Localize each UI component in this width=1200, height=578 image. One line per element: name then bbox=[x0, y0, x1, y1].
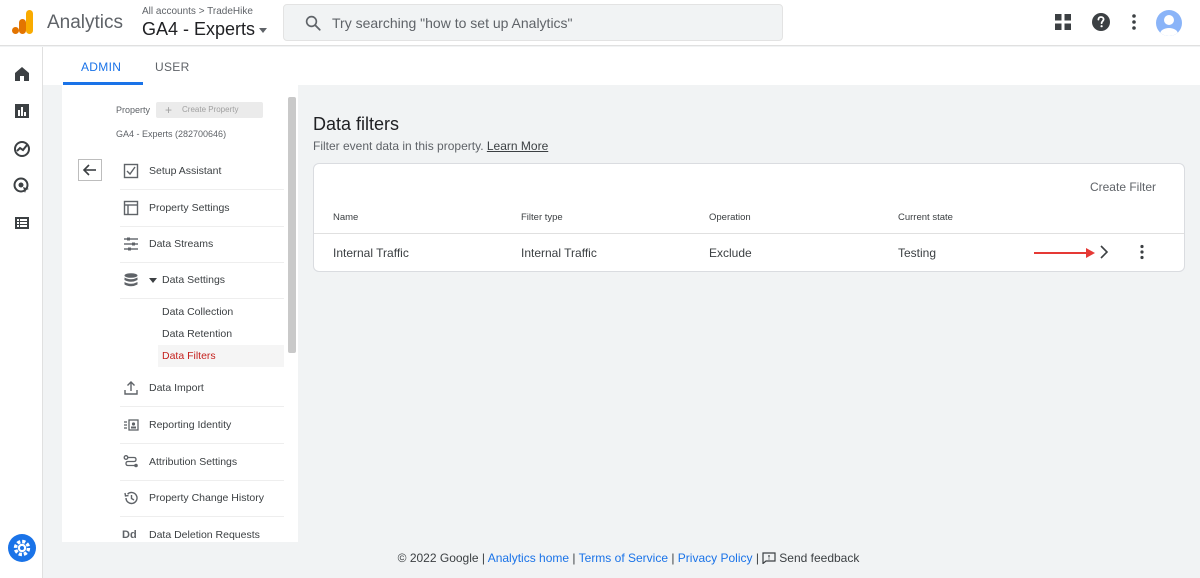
sub-item-data-filters[interactable]: Data Filters bbox=[158, 345, 284, 367]
nav-item-data-import[interactable]: Data Import bbox=[120, 371, 284, 407]
left-rail bbox=[0, 47, 43, 578]
sub-item-data-retention[interactable]: Data Retention bbox=[158, 323, 284, 345]
search-icon bbox=[305, 15, 321, 31]
help-icon[interactable] bbox=[1091, 12, 1111, 32]
nav-item-reporting-identity[interactable]: Reporting Identity bbox=[120, 408, 284, 444]
footer: © 2022 Google | Analytics home | Terms o… bbox=[397, 551, 860, 565]
nav-item-label: Data Deletion Requests bbox=[149, 529, 260, 541]
admin-settings-button[interactable] bbox=[8, 534, 36, 562]
advertising-icon[interactable] bbox=[12, 176, 32, 196]
column-header-current-state: Current state bbox=[898, 212, 953, 223]
checkbox-icon bbox=[123, 163, 139, 179]
more-vert-icon[interactable] bbox=[1124, 12, 1144, 32]
column-header-name: Name bbox=[333, 212, 359, 223]
nav-item-setup-assistant[interactable]: Setup Assistant bbox=[120, 154, 284, 190]
nav-item-expanded: Data Settings bbox=[149, 274, 225, 286]
tab-user[interactable]: USER bbox=[155, 60, 190, 74]
create-property-label: Create Property bbox=[182, 105, 239, 114]
footer-terms-link[interactable]: Terms of Service bbox=[579, 551, 668, 565]
layout-icon bbox=[123, 200, 139, 216]
nav-item-data-settings[interactable]: Data Settings bbox=[120, 263, 284, 299]
configure-icon[interactable] bbox=[12, 213, 32, 233]
caret-expanded-icon bbox=[149, 277, 157, 283]
top-bar: Analytics All accounts > TradeHike GA4 -… bbox=[0, 0, 1200, 46]
data-filters-table: Create Filter Name Filter type Operation… bbox=[313, 163, 1185, 272]
avatar-person-icon bbox=[1160, 15, 1178, 36]
nav-item-label: Property Change History bbox=[149, 492, 264, 504]
nav-item-label: Data Streams bbox=[149, 238, 214, 250]
dd-icon: Dd bbox=[122, 529, 137, 541]
table-divider bbox=[314, 233, 1184, 234]
page-description: Filter event data in this property. Lear… bbox=[313, 139, 548, 153]
annotation-arrow-shaft bbox=[1034, 252, 1088, 254]
attribution-icon bbox=[123, 455, 138, 468]
history-icon bbox=[124, 491, 138, 505]
annotation-arrow-head bbox=[1086, 248, 1095, 258]
breadcrumb-separator-icon: > bbox=[198, 6, 208, 17]
description-text: Filter event data in this property. bbox=[313, 139, 484, 153]
identity-icon bbox=[124, 419, 139, 431]
property-admin-nav: Property + Create Property GA4 - Experts… bbox=[62, 85, 298, 542]
nav-item-label: Attribution Settings bbox=[149, 456, 238, 468]
home-icon[interactable] bbox=[12, 64, 32, 84]
nav-item-property-settings[interactable]: Property Settings bbox=[120, 191, 284, 227]
nav-item-data-deletion-requests[interactable]: Dd Data Deletion Requests bbox=[120, 518, 284, 554]
arrow-left-icon bbox=[82, 164, 96, 176]
explore-icon[interactable] bbox=[12, 139, 32, 159]
cell-name: Internal Traffic bbox=[333, 246, 409, 260]
analytics-logo-icon[interactable] bbox=[12, 10, 34, 34]
column-header-filter-type: Filter type bbox=[521, 212, 563, 223]
property-id-selector[interactable]: GA4 - Experts (282700646) bbox=[116, 129, 226, 139]
breadcrumb-account[interactable]: TradeHike bbox=[207, 6, 253, 17]
back-button[interactable] bbox=[78, 159, 102, 181]
upload-icon bbox=[124, 381, 138, 395]
app-title[interactable]: Analytics bbox=[47, 12, 123, 34]
admin-user-tabs: ADMIN USER bbox=[43, 47, 1200, 85]
sub-item-data-collection[interactable]: Data Collection bbox=[158, 301, 284, 323]
nav-item-label: Data Import bbox=[149, 382, 204, 394]
streams-icon bbox=[124, 237, 138, 251]
nav-item-label: Setup Assistant bbox=[149, 165, 222, 177]
nav-item-attribution-settings[interactable]: Attribution Settings bbox=[120, 445, 284, 481]
account-avatar[interactable] bbox=[1156, 10, 1182, 36]
gear-icon bbox=[13, 539, 31, 557]
feedback-icon bbox=[762, 552, 776, 564]
nav-item-data-streams[interactable]: Data Streams bbox=[120, 227, 284, 263]
create-property-button[interactable]: + Create Property bbox=[156, 102, 263, 118]
column-header-operation: Operation bbox=[709, 212, 751, 223]
nav-item-label: Reporting Identity bbox=[149, 419, 232, 431]
database-icon bbox=[124, 273, 138, 287]
cell-filter-type: Internal Traffic bbox=[521, 246, 597, 260]
nav-item-property-change-history[interactable]: Property Change History bbox=[120, 481, 284, 517]
plus-icon: + bbox=[165, 103, 173, 117]
caret-down-icon bbox=[259, 27, 268, 33]
nav-item-label: Data Settings bbox=[162, 274, 226, 286]
create-filter-button[interactable]: Create Filter bbox=[1090, 180, 1156, 194]
send-feedback-button[interactable]: Send feedback bbox=[762, 551, 859, 565]
breadcrumb-all-accounts[interactable]: All accounts bbox=[142, 6, 196, 17]
row-more-vert-icon[interactable] bbox=[1134, 243, 1150, 261]
search-input[interactable] bbox=[332, 13, 772, 33]
cell-operation: Exclude bbox=[709, 246, 752, 260]
send-feedback-label: Send feedback bbox=[779, 551, 860, 565]
page-title: Data filters bbox=[313, 114, 400, 134]
tab-admin[interactable]: ADMIN bbox=[81, 60, 121, 74]
apps-grid-icon[interactable] bbox=[1053, 12, 1073, 32]
nav-scrollbar[interactable] bbox=[288, 97, 296, 353]
footer-analytics-home-link[interactable]: Analytics home bbox=[488, 551, 569, 565]
property-selector[interactable]: GA4 - Experts bbox=[142, 19, 268, 40]
cell-current-state: Testing bbox=[898, 246, 937, 260]
footer-copyright: © 2022 Google bbox=[397, 551, 479, 565]
account-breadcrumb[interactable]: All accounts > TradeHike bbox=[142, 6, 253, 17]
search-bar[interactable] bbox=[283, 4, 783, 41]
reports-icon[interactable] bbox=[12, 101, 32, 121]
footer-privacy-link[interactable]: Privacy Policy bbox=[678, 551, 753, 565]
property-name: GA4 - Experts bbox=[142, 19, 256, 39]
learn-more-link[interactable]: Learn More bbox=[487, 139, 548, 153]
nav-item-label: Property Settings bbox=[149, 202, 230, 214]
property-column-label: Property bbox=[116, 105, 151, 115]
chevron-right-icon[interactable] bbox=[1096, 243, 1112, 261]
